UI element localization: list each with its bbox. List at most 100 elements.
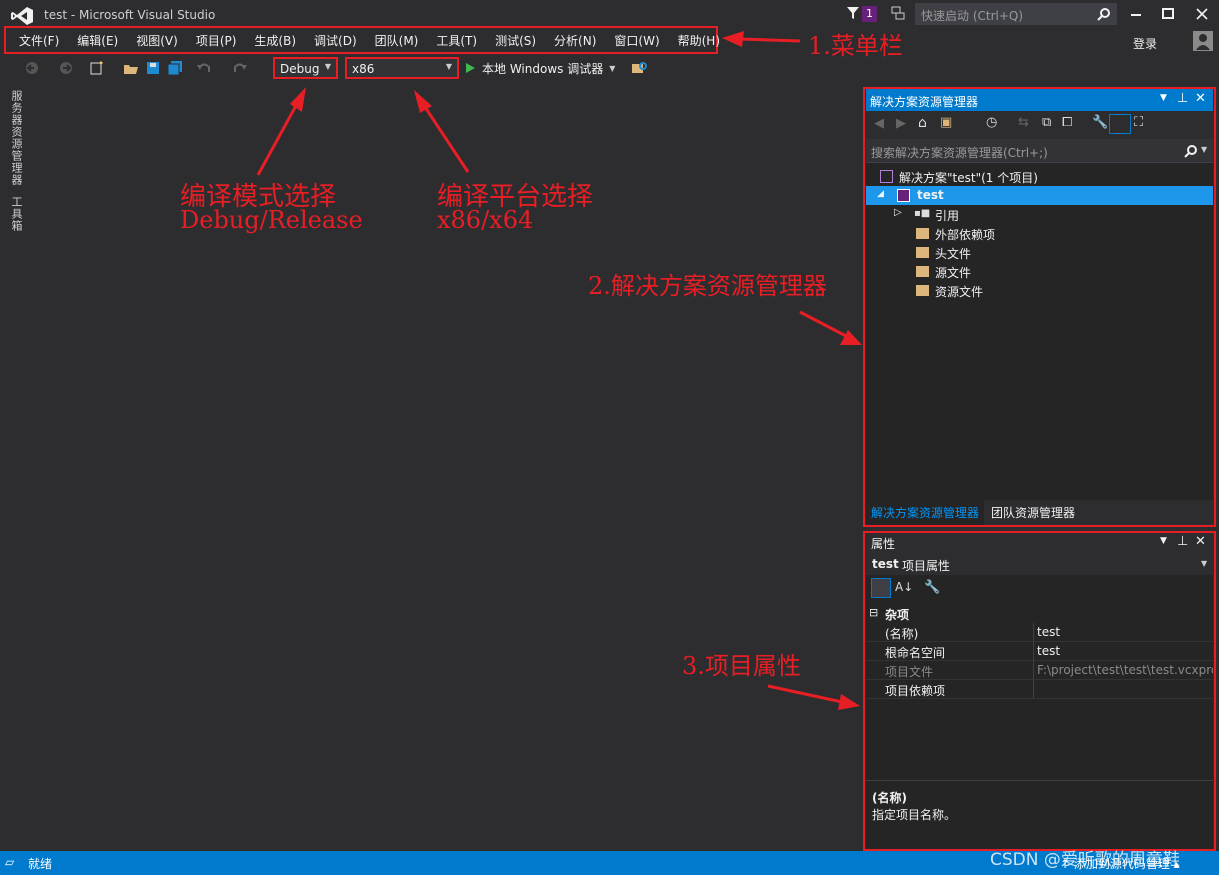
tree-item-references[interactable]: ▷ ▪■ 引用 — [866, 205, 1213, 224]
tree-item-external-deps[interactable]: 外部依赖项 — [866, 224, 1213, 243]
back-icon[interactable]: ◀ — [874, 116, 884, 131]
start-debugging-button[interactable]: 本地 Windows 调试器 ▼ — [464, 58, 615, 78]
menu-analyze[interactable]: 分析(N) — [545, 32, 605, 49]
solution-explorer-search-input[interactable]: 搜索解决方案资源管理器(Ctrl+;) ▼ — [866, 139, 1213, 163]
tree-item-header-files[interactable]: 头文件 — [866, 243, 1213, 262]
menu-team[interactable]: 团队(M) — [366, 32, 428, 49]
tab-server-explorer[interactable]: 服务器资源管理器 — [8, 90, 24, 186]
minimize-button[interactable] — [1122, 4, 1150, 24]
feedback-icon[interactable] — [890, 5, 906, 21]
menu-file[interactable]: 文件(F) — [10, 32, 68, 49]
property-row-dependencies[interactable]: 项目依赖项 — [866, 680, 1213, 699]
collapsed-arrow-icon[interactable]: ▷ — [894, 207, 902, 218]
chevron-down-icon[interactable]: ▼ — [1160, 536, 1167, 546]
pin-icon[interactable]: ⊥ — [1177, 534, 1188, 549]
close-icon[interactable]: ✕ — [1195, 534, 1206, 549]
back-icon[interactable] — [24, 61, 40, 75]
cpp-project-icon — [897, 189, 910, 202]
description-title: (名称) — [872, 791, 907, 805]
menu-help[interactable]: 帮助(H) — [669, 32, 729, 49]
filter-icon[interactable] — [846, 6, 860, 20]
menu-edit[interactable]: 编辑(E) — [68, 32, 127, 49]
new-project-icon[interactable] — [89, 61, 105, 75]
menu-build[interactable]: 生成(B) — [245, 32, 305, 49]
tree-item-source-files[interactable]: 源文件 — [866, 262, 1213, 281]
sync-icon[interactable]: ⇆ — [1018, 115, 1029, 130]
properties-panel: 属性 ▼ ⊥ ✕ test 项目属性 ▼ A↓ 🔧 ⊟ 杂项 (名称) test… — [866, 533, 1213, 849]
pin-icon[interactable]: ⊥ — [1177, 91, 1188, 106]
chevron-down-icon: ▼ — [324, 62, 331, 71]
divider — [1033, 680, 1034, 699]
play-icon — [466, 63, 475, 73]
menu-tools[interactable]: 工具(T) — [427, 32, 486, 49]
collapse-icon[interactable]: ⊟ — [869, 606, 878, 619]
pending-changes-icon[interactable]: ◷ — [986, 115, 997, 130]
object-selector[interactable]: test 项目属性 ▼ — [866, 553, 1213, 575]
tab-toolbox[interactable]: 工具箱 — [8, 196, 24, 232]
chevron-down-icon: ▼ — [609, 63, 616, 73]
category-row[interactable]: ⊟ 杂项 — [866, 604, 1213, 623]
save-all-icon[interactable] — [167, 61, 183, 75]
tree-item-solution[interactable]: 解决方案"test"(1 个项目) — [866, 167, 1213, 186]
collapse-all-icon[interactable]: ⧉ — [1042, 115, 1051, 130]
tab-team-explorer[interactable]: 团队资源管理器 — [991, 504, 1075, 521]
annotation-menu-bar: 1.菜单栏 — [808, 32, 903, 60]
property-key: 根命名空间 — [885, 646, 946, 660]
redo-icon[interactable] — [232, 61, 248, 75]
find-in-files-icon[interactable] — [631, 61, 649, 75]
undo-icon[interactable] — [196, 61, 212, 75]
solution-explorer-tabs: 解决方案资源管理器 团队资源管理器 — [866, 500, 1213, 525]
forward-icon[interactable] — [58, 61, 74, 75]
class-view-icon[interactable]: ⛶ — [1134, 115, 1143, 130]
object-name: test — [872, 557, 899, 571]
output-window-icon[interactable]: ▱ — [5, 855, 14, 869]
tab-solution-explorer[interactable]: 解决方案资源管理器 — [866, 500, 984, 525]
solution-explorer-toolbar: ◀ ▶ ⌂ ▣ ◷ ⇆ ⧉ ⧠ 🔧 ⛶ — [866, 111, 1213, 139]
menu-project[interactable]: 项目(P) — [187, 32, 246, 49]
notification-badge[interactable]: 1 — [862, 6, 877, 22]
save-icon[interactable] — [146, 61, 160, 75]
account-icon[interactable] — [1193, 31, 1213, 51]
close-icon[interactable]: ✕ — [1195, 91, 1206, 106]
forward-icon[interactable]: ▶ — [896, 116, 906, 131]
solution-configuration-select[interactable]: Debug ▼ — [273, 57, 338, 79]
chevron-down-icon: ▼ — [1201, 559, 1208, 568]
menu-debug[interactable]: 调试(D) — [305, 32, 366, 49]
menu-test[interactable]: 测试(S) — [486, 32, 545, 49]
maximize-button[interactable] — [1154, 4, 1182, 24]
preview-selected-icon[interactable] — [1109, 114, 1131, 134]
property-row-namespace[interactable]: 根命名空间 test — [866, 642, 1213, 661]
solution-explorer-header: 解决方案资源管理器 ▼ ⊥ ✕ — [866, 89, 1213, 111]
category-label: 杂项 — [885, 608, 910, 622]
tree-item-label: 解决方案"test"(1 个项目) — [899, 171, 1038, 185]
property-row-name[interactable]: (名称) test — [866, 623, 1213, 642]
tree-item-label: 头文件 — [935, 247, 972, 261]
annotation-solution-explorer: 2.解决方案资源管理器 — [588, 272, 827, 300]
switch-views-icon[interactable]: ▣ — [940, 115, 952, 130]
search-icon[interactable] — [1097, 7, 1111, 21]
menu-view[interactable]: 视图(V) — [127, 32, 187, 49]
tree-item-label: 资源文件 — [935, 285, 984, 299]
alphabetical-icon[interactable]: A↓ — [895, 580, 913, 594]
quick-launch-input[interactable]: 快速启动 (Ctrl+Q) — [915, 3, 1117, 25]
properties-wrench-icon[interactable]: 🔧 — [1092, 115, 1108, 130]
description-text: 指定项目名称。 — [872, 808, 957, 822]
chevron-down-icon[interactable]: ▼ — [1160, 93, 1167, 103]
close-button[interactable] — [1188, 4, 1216, 24]
expanded-arrow-icon[interactable]: ◢ — [877, 189, 884, 199]
login-link[interactable]: 登录 — [1133, 35, 1157, 52]
home-icon[interactable]: ⌂ — [918, 115, 927, 131]
solution-platform-select[interactable]: x86 ▼ — [345, 57, 459, 79]
menu-window[interactable]: 窗口(W) — [605, 32, 668, 49]
chevron-down-icon[interactable]: ▼ — [1201, 145, 1207, 154]
show-all-files-icon[interactable]: ⧠ — [1062, 115, 1072, 130]
categorized-icon[interactable] — [871, 578, 891, 598]
search-icon[interactable] — [1184, 144, 1198, 158]
property-row-project-file[interactable]: 项目文件 F:\project\test\test\test.vcxproj — [866, 661, 1213, 680]
property-pages-icon[interactable]: 🔧 — [924, 580, 940, 595]
open-file-icon[interactable] — [123, 61, 139, 75]
folder-icon — [916, 285, 929, 296]
tree-item-resource-files[interactable]: 资源文件 — [866, 281, 1213, 300]
divider — [1033, 623, 1034, 642]
tree-item-project[interactable]: ◢ test — [866, 186, 1213, 205]
